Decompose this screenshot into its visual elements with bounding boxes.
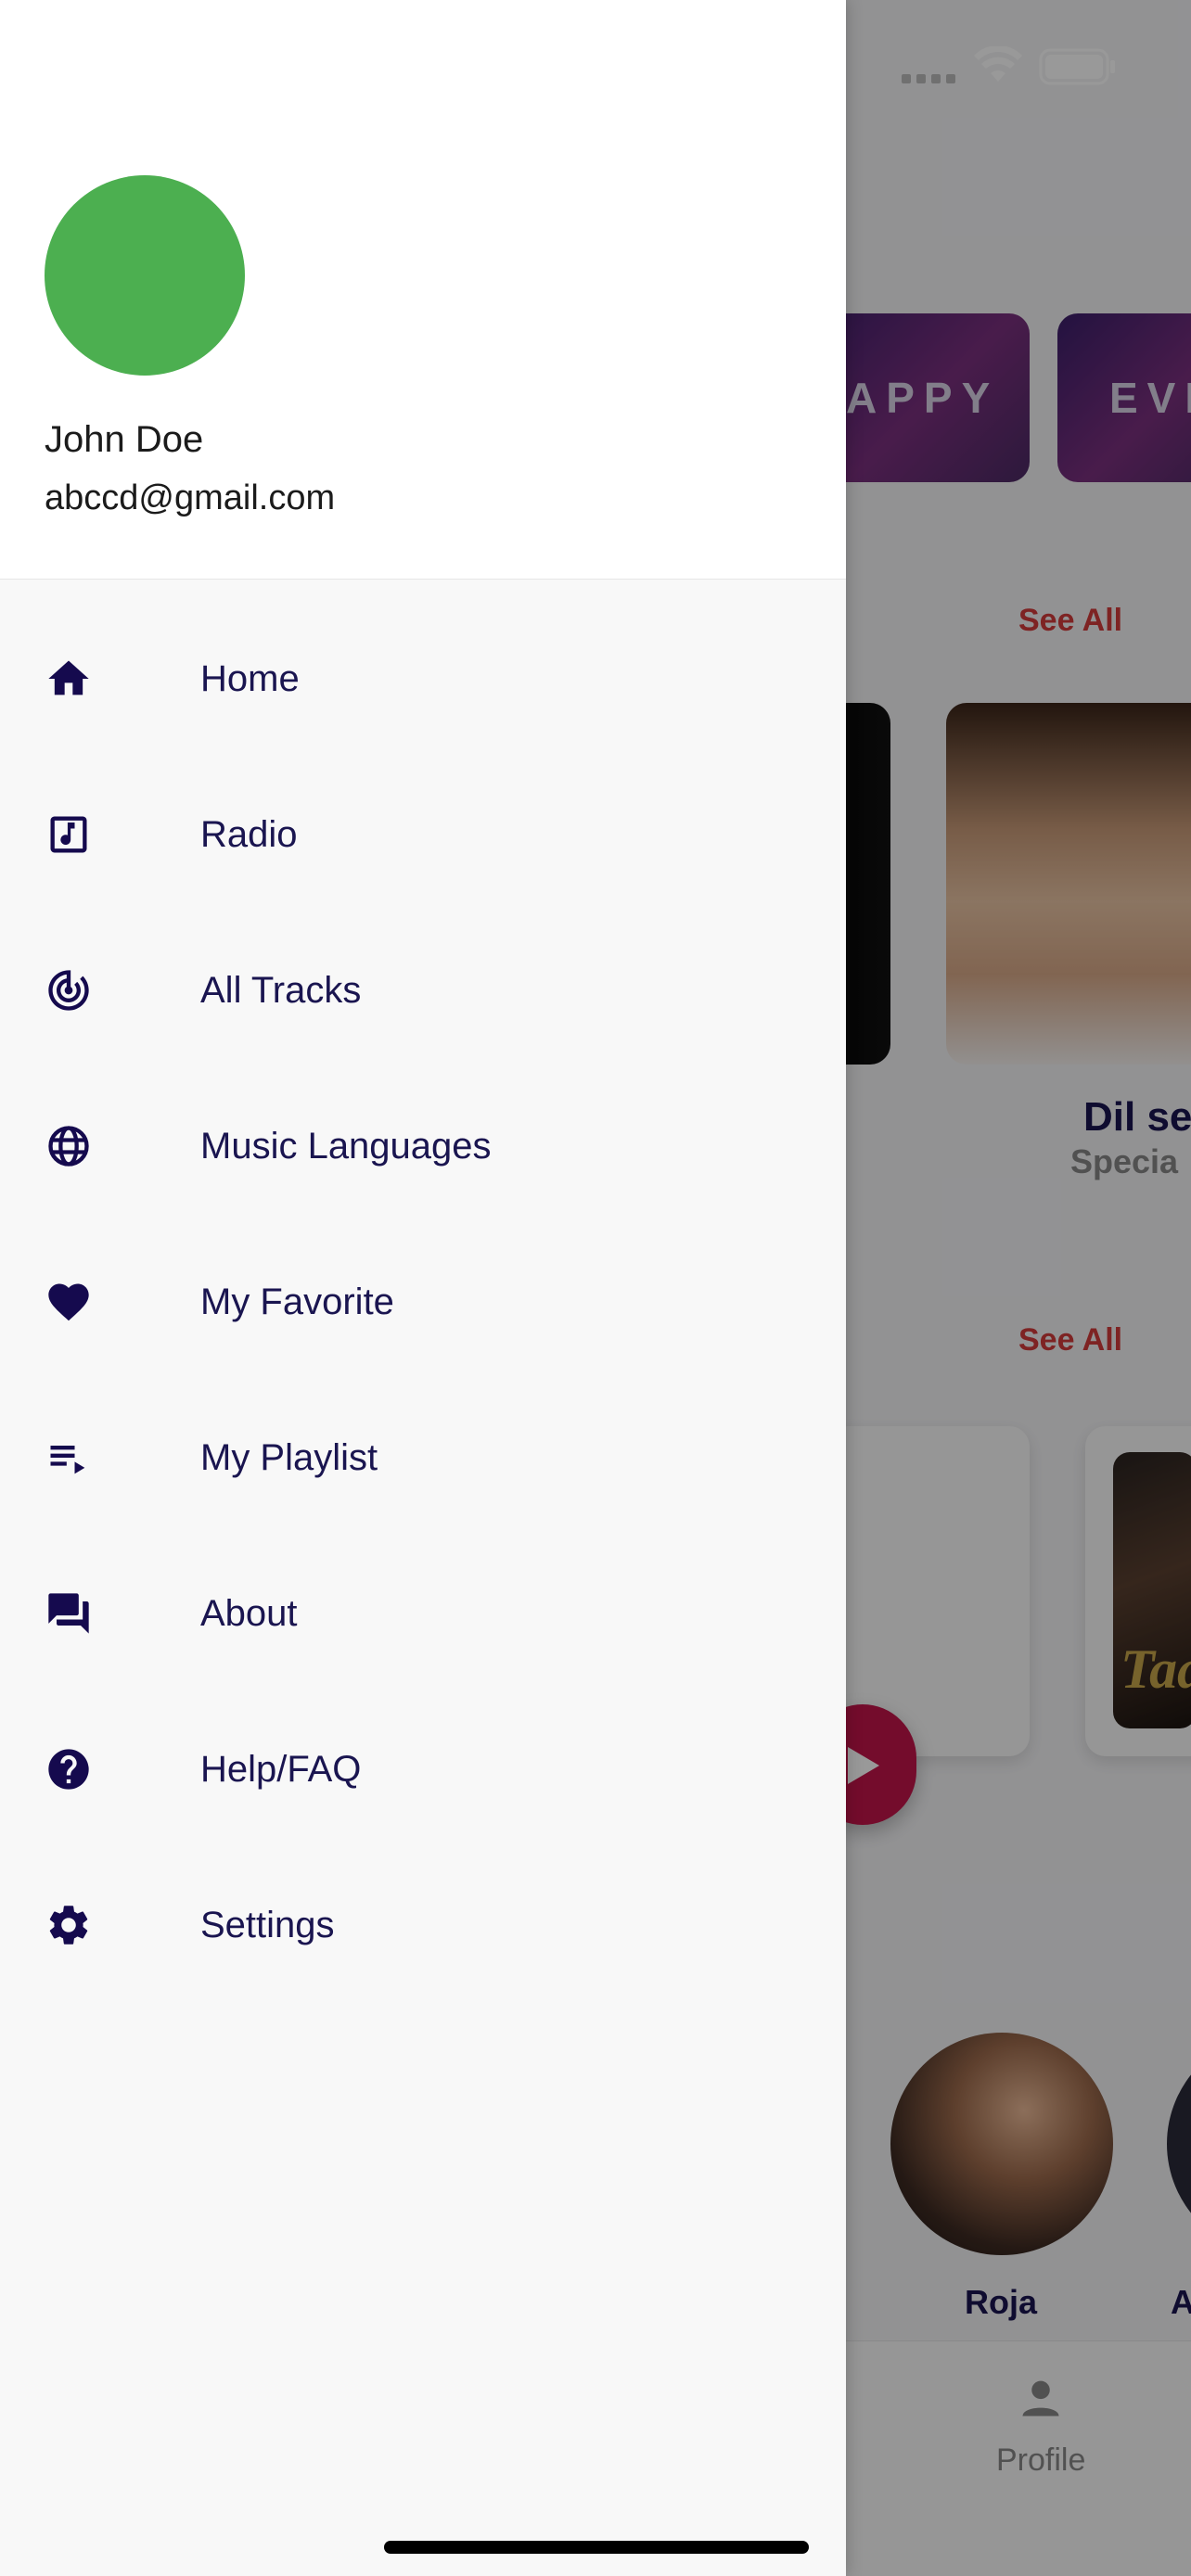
globe-icon <box>48 1126 89 1167</box>
menu-item-all-tracks[interactable]: All Tracks <box>0 935 846 1046</box>
help-circle-icon <box>48 1749 89 1790</box>
menu-item-label: Settings <box>200 1905 335 1945</box>
drawer-header: John Doe abccd@gmail.com <box>0 0 846 580</box>
menu-item-label: Music Languages <box>200 1126 492 1167</box>
menu-item-help-faq[interactable]: Help/FAQ <box>0 1714 846 1825</box>
menu-item-about[interactable]: About <box>0 1558 846 1669</box>
playlist-icon <box>50 1446 85 1474</box>
menu-item-label: My Playlist <box>200 1437 378 1478</box>
navigation-drawer: John Doe abccd@gmail.com Home Radio All … <box>0 0 846 2576</box>
menu-item-label: Help/FAQ <box>200 1749 362 1790</box>
menu-item-label: All Tracks <box>200 970 362 1011</box>
menu-item-music-languages[interactable]: Music Languages <box>0 1090 846 1202</box>
menu-item-label: Radio <box>200 814 298 855</box>
heart-icon <box>48 1283 89 1321</box>
music-note-icon <box>50 816 87 853</box>
user-avatar[interactable] <box>45 175 245 376</box>
menu-item-my-favorite[interactable]: My Favorite <box>0 1246 846 1358</box>
home-icon <box>48 660 89 695</box>
menu-item-radio[interactable]: Radio <box>0 779 846 890</box>
chat-bubbles-icon <box>48 1593 89 1634</box>
menu-item-settings[interactable]: Settings <box>0 1869 846 1981</box>
menu-item-label: About <box>200 1593 298 1634</box>
user-email: abccd@gmail.com <box>45 478 336 517</box>
user-name: John Doe <box>45 419 204 460</box>
menu-item-my-playlist[interactable]: My Playlist <box>0 1402 846 1513</box>
menu-item-label: Home <box>200 658 300 699</box>
menu-item-home[interactable]: Home <box>0 623 846 734</box>
gear-icon <box>49 1906 88 1945</box>
menu-item-label: My Favorite <box>200 1282 394 1322</box>
home-indicator[interactable] <box>384 2541 809 2554</box>
track-changes-icon <box>48 970 89 1011</box>
